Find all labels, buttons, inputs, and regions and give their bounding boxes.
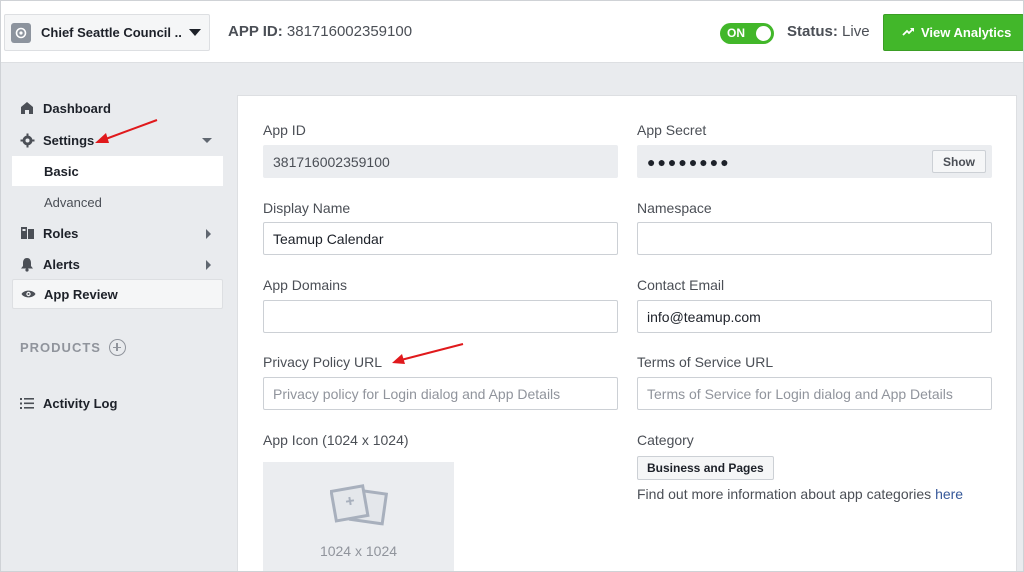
sidebar-item-label: Dashboard <box>43 100 111 116</box>
contact-email-input[interactable]: info@teamup.com <box>637 300 992 333</box>
app-domains-input[interactable] <box>263 300 618 333</box>
products-heading: PRODUCTS <box>20 340 101 355</box>
eye-icon <box>20 286 36 302</box>
sidebar-item-label: Activity Log <box>43 395 118 411</box>
sidebar-item-label: Alerts <box>43 256 80 272</box>
sidebar-item-settings[interactable]: Settings <box>12 125 223 155</box>
sidebar-subitem-basic[interactable]: Basic <box>12 156 223 186</box>
status-label: Status: <box>787 23 838 40</box>
terms-of-service-input[interactable]: Terms of Service for Login dialog and Ap… <box>637 377 992 410</box>
chevron-down-icon <box>189 29 201 36</box>
category-select[interactable]: Business and Pages <box>637 456 774 480</box>
view-analytics-button[interactable]: View Analytics <box>883 14 1023 51</box>
sidebar-item-label: Settings <box>43 132 95 148</box>
header-app-id: APP ID: 381716002359100 <box>228 23 412 40</box>
top-bar: Chief Seattle Council ... APP ID: 381716… <box>1 1 1023 63</box>
category-info-text: Find out more information about app cate… <box>637 486 936 502</box>
caret-right-icon <box>206 260 211 270</box>
sidebar-item-alerts[interactable]: Alerts <box>12 249 223 279</box>
app-icon-label: App Icon (1024 x 1024) <box>263 432 409 448</box>
gear-icon <box>19 132 35 148</box>
basic-settings-panel: App ID 381716002359100 App Secret ●●●●●●… <box>237 95 1017 571</box>
privacy-policy-label: Privacy Policy URL <box>263 354 383 370</box>
app-status: Status: Live <box>787 23 870 40</box>
app-gear-icon <box>11 22 31 43</box>
sidebar-item-app-review[interactable]: App Review <box>12 279 223 309</box>
sidebar-item-label: App Review <box>44 286 118 302</box>
app-domains-label: App Domains <box>263 277 348 293</box>
header-app-id-label: APP ID: <box>228 23 283 40</box>
roles-icon <box>19 225 35 241</box>
privacy-policy-input[interactable]: Privacy policy for Login dialog and App … <box>263 377 618 410</box>
view-analytics-label: View Analytics <box>921 25 1012 40</box>
app-name: Chief Seattle Council ... <box>41 25 181 40</box>
sidebar: Dashboard Settings Basic Advanced Roles <box>1 64 231 571</box>
category-info: Find out more information about app cate… <box>637 486 963 502</box>
caret-down-icon <box>202 138 212 143</box>
sidebar-item-dashboard[interactable]: Dashboard <box>12 93 223 123</box>
app-secret-field: ●●●●●●●● Show <box>637 145 992 178</box>
sidebar-subitem-advanced[interactable]: Advanced <box>12 187 223 217</box>
sidebar-item-label: Roles <box>43 225 79 241</box>
home-icon <box>19 100 35 116</box>
namespace-label: Namespace <box>637 200 712 216</box>
caret-right-icon <box>206 229 211 239</box>
display-name-input[interactable]: Teamup Calendar <box>263 222 618 255</box>
app-secret-label: App Secret <box>637 122 707 138</box>
app-icon-size-label: 1024 x 1024 <box>319 543 398 559</box>
sidebar-subitem-label: Advanced <box>44 194 102 210</box>
app-selector-dropdown[interactable]: Chief Seattle Council ... <box>4 14 210 51</box>
toggle-knob <box>756 26 771 41</box>
header-app-id-value: 381716002359100 <box>286 23 413 40</box>
image-placeholder-icon <box>328 484 388 535</box>
list-icon <box>19 395 35 411</box>
add-product-icon[interactable] <box>108 339 126 356</box>
trend-up-icon <box>902 26 915 40</box>
sidebar-item-activity-log[interactable]: Activity Log <box>12 388 223 418</box>
contact-email-label: Contact Email <box>637 277 725 293</box>
category-info-link[interactable]: here <box>935 486 963 502</box>
live-toggle[interactable]: ON <box>720 23 774 44</box>
show-secret-button[interactable]: Show <box>932 150 986 173</box>
bell-icon <box>19 256 35 272</box>
terms-of-service-label: Terms of Service URL <box>637 354 774 370</box>
display-name-label: Display Name <box>263 200 351 216</box>
app-id-label: App ID <box>263 122 306 138</box>
sidebar-item-roles[interactable]: Roles <box>12 218 223 248</box>
app-icon-upload[interactable]: 1024 x 1024 <box>263 462 454 571</box>
app-secret-value: ●●●●●●●● <box>647 153 731 170</box>
category-label: Category <box>637 432 694 448</box>
app-id-field: 381716002359100 <box>263 145 618 178</box>
app-settings-window: Chief Seattle Council ... APP ID: 381716… <box>0 0 1024 572</box>
toggle-label: ON <box>727 26 745 40</box>
namespace-input[interactable] <box>637 222 992 255</box>
status-value: Live <box>842 23 870 40</box>
products-section: PRODUCTS <box>20 339 126 356</box>
sidebar-subitem-label: Basic <box>44 163 79 179</box>
